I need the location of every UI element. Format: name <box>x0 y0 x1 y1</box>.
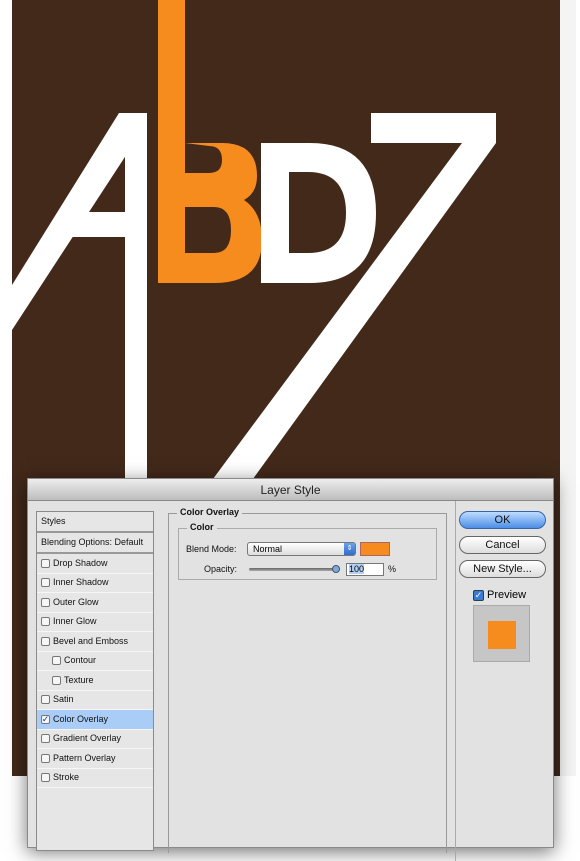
checkbox-icon[interactable] <box>41 753 50 763</box>
blend-mode-label: Blend Mode: <box>186 544 237 554</box>
style-item-bevel-and-emboss[interactable]: Bevel and Emboss <box>37 632 153 652</box>
style-item-label: Blending Options: Default <box>41 537 144 547</box>
style-item-texture[interactable]: Texture <box>37 671 153 691</box>
overlay-color-swatch[interactable] <box>360 542 390 556</box>
style-item-inner-shadow[interactable]: Inner Shadow <box>37 574 153 593</box>
style-item-label: Outer Glow <box>53 596 99 607</box>
divider <box>455 501 456 861</box>
style-item-satin[interactable]: Satin <box>37 691 153 710</box>
style-item-label: Pattern Overlay <box>53 752 116 763</box>
style-item-label: Bevel and Emboss <box>53 635 129 646</box>
checkbox-icon[interactable] <box>41 636 50 646</box>
opacity-unit: % <box>388 564 397 574</box>
preview-checkbox[interactable]: ✓ Preview <box>473 589 526 601</box>
style-item-label: Gradient Overlay <box>53 733 122 744</box>
opacity-slider-thumb[interactable] <box>332 565 340 573</box>
checkbox-icon[interactable] <box>41 773 50 783</box>
style-item-styles[interactable]: Styles <box>37 512 153 533</box>
style-item-label: Texture <box>64 674 94 685</box>
style-item-drop-shadow[interactable]: Drop Shadow <box>37 554 153 574</box>
style-item-blending-options-default[interactable]: Blending Options: Default <box>37 533 153 554</box>
checked-checkbox-icon[interactable]: ✓ <box>41 714 50 724</box>
new-style-button[interactable]: New Style... <box>459 560 546 578</box>
style-item-label: Stroke <box>53 772 80 783</box>
preview-swatch <box>488 621 516 649</box>
style-item-label: Satin <box>53 694 74 705</box>
panel-title: Color Overlay <box>177 507 243 517</box>
style-item-gradient-overlay[interactable]: Gradient Overlay <box>37 730 153 749</box>
checkbox-icon[interactable] <box>41 558 50 568</box>
layer-style-dialog: Layer Style Styles Blending Options: Defa… <box>27 478 554 861</box>
style-item-pattern-overlay[interactable]: Pattern Overlay <box>37 749 153 769</box>
checkbox-icon[interactable] <box>41 695 50 705</box>
style-item-label: Drop Shadow <box>53 557 108 568</box>
chevron-updown-icon: ⇕ <box>344 543 355 555</box>
preview-label: Preview <box>487 589 527 601</box>
style-item-label: Styles <box>41 516 66 526</box>
style-item-inner-glow[interactable]: Inner Glow <box>37 613 153 632</box>
style-item-label: Inner Glow <box>53 616 97 627</box>
checkbox-icon[interactable] <box>41 617 50 627</box>
checkbox-icon[interactable] <box>41 597 50 607</box>
cancel-button[interactable]: Cancel <box>459 536 546 554</box>
checkmark-icon: ✓ <box>473 589 484 601</box>
blend-mode-value: Normal <box>253 544 283 554</box>
styles-list: Styles Blending Options: Default Drop Shad… <box>36 511 154 851</box>
checkbox-icon[interactable] <box>41 734 50 744</box>
dialog-title: Layer Style <box>28 479 553 501</box>
style-item-label: Inner Shadow <box>53 577 109 588</box>
style-item-stroke[interactable]: Stroke <box>37 769 153 788</box>
style-preview-thumbnail <box>473 605 530 662</box>
checkbox-icon[interactable] <box>52 656 61 666</box>
style-item-label: Contour <box>64 655 97 666</box>
style-item-outer-glow[interactable]: Outer Glow <box>37 593 153 613</box>
opacity-value: 100 <box>349 564 365 574</box>
style-item-color-overlay[interactable]: ✓ Color Overlay <box>37 710 153 730</box>
opacity-label: Opacity: <box>204 564 238 574</box>
opacity-input[interactable]: 100 <box>346 563 384 576</box>
color-overlay-panel: Color Overlay Color Blend Mode: Normal ⇕ … <box>168 507 447 853</box>
blend-mode-select[interactable]: Normal ⇕ <box>247 542 356 556</box>
ok-button[interactable]: OK <box>459 511 546 529</box>
opacity-slider[interactable] <box>249 565 340 573</box>
checkbox-icon[interactable] <box>41 578 50 588</box>
style-item-contour[interactable]: Contour <box>37 652 153 671</box>
group-title: Color <box>187 522 217 532</box>
checkbox-icon[interactable] <box>52 675 61 685</box>
style-item-label: Color Overlay <box>53 713 109 724</box>
color-group: Color Blend Mode: Normal ⇕ Opacity: 100 % <box>178 522 437 580</box>
